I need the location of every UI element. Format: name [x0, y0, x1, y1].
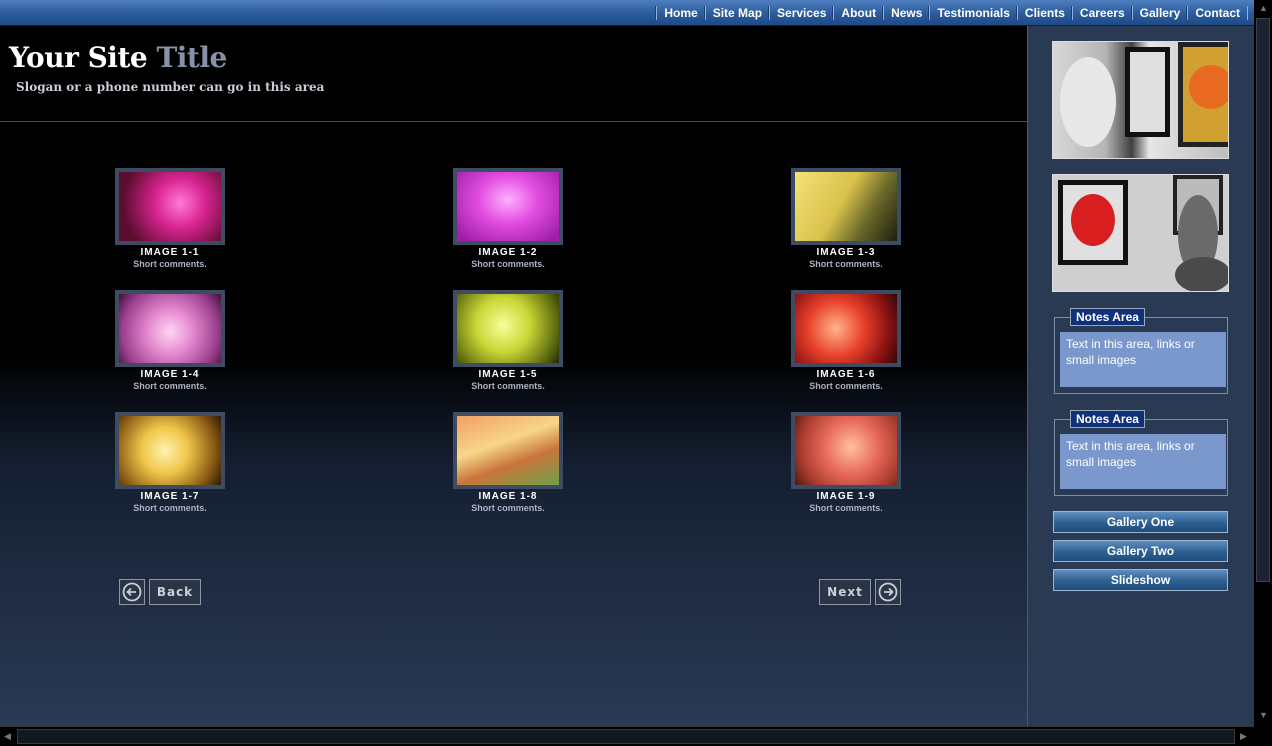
gallery-one-button[interactable]: Gallery One — [1053, 511, 1228, 533]
nav-services[interactable]: Services — [769, 5, 833, 20]
main-content: Your Site Title Slogan or a phone number… — [0, 26, 1027, 726]
gallery-thumbnail[interactable]: IMAGE 1-7 Short comments. — [95, 412, 245, 513]
thumbnail-comment: Short comments. — [133, 259, 207, 269]
thumbnail-title: IMAGE 1-1 — [140, 247, 200, 258]
thumbnail-frame[interactable] — [453, 412, 563, 489]
thumbnail-frame[interactable] — [115, 168, 225, 245]
next-arrow-icon[interactable] — [875, 579, 901, 605]
site-header: Your Site Title Slogan or a phone number… — [0, 26, 1027, 122]
notes-title: Notes Area — [1070, 308, 1145, 326]
sidebar-photo — [1052, 174, 1229, 292]
thumbnail-image[interactable] — [795, 172, 897, 241]
scroll-right-icon[interactable]: ▶ — [1240, 731, 1247, 742]
back-button[interactable]: Back — [149, 579, 201, 605]
thumbnail-comment: Short comments. — [133, 503, 207, 513]
gallery-two-button[interactable]: Gallery Two — [1053, 540, 1228, 562]
thumbnail-title: IMAGE 1-8 — [478, 491, 538, 502]
gallery-thumbnail[interactable]: IMAGE 1-5 Short comments. — [433, 290, 583, 391]
nav-clients[interactable]: Clients — [1016, 5, 1072, 20]
thumbnail-image[interactable] — [119, 294, 221, 363]
gallery-thumbnail[interactable]: IMAGE 1-3 Short comments. — [771, 168, 921, 269]
nav-contact[interactable]: Contact — [1187, 5, 1248, 20]
back-arrow-icon[interactable] — [119, 579, 145, 605]
scroll-up-icon[interactable]: ▲ — [1259, 3, 1268, 13]
thumbnail-frame[interactable] — [453, 168, 563, 245]
thumbnail-frame[interactable] — [791, 412, 901, 489]
next-button[interactable]: Next — [819, 579, 871, 605]
thumbnail-image[interactable] — [795, 416, 897, 485]
thumbnail-image[interactable] — [457, 294, 559, 363]
thumbnail-frame[interactable] — [115, 412, 225, 489]
notes-body: Text in this area, links or small images — [1060, 434, 1226, 489]
thumbnail-frame[interactable] — [453, 290, 563, 367]
gallery-thumbnail[interactable]: IMAGE 1-4 Short comments. — [95, 290, 245, 391]
thumbnail-title: IMAGE 1-6 — [816, 369, 876, 380]
sidebar-photo — [1052, 41, 1229, 159]
thumbnail-frame[interactable] — [791, 290, 901, 367]
nav-news[interactable]: News — [883, 5, 929, 20]
site-title: Your Site Title — [9, 41, 227, 74]
thumbnail-comment: Short comments. — [471, 503, 545, 513]
gallery-thumbnail[interactable]: IMAGE 1-1 Short comments. — [95, 168, 245, 269]
gallery-thumbnail[interactable]: IMAGE 1-2 Short comments. — [433, 168, 583, 269]
thumbnail-image[interactable] — [795, 294, 897, 363]
nav-home[interactable]: Home — [656, 5, 704, 20]
thumbnail-comment: Short comments. — [809, 259, 883, 269]
notes-area: Notes Area Text in this area, links or s… — [1054, 410, 1228, 496]
thumbnail-comment: Short comments. — [471, 259, 545, 269]
thumbnail-image[interactable] — [119, 416, 221, 485]
site-title-part2: Title — [156, 41, 227, 74]
vertical-scrollbar[interactable]: ▲ ▼ — [1254, 0, 1272, 726]
thumbnail-frame[interactable] — [115, 290, 225, 367]
thumbnail-image[interactable] — [119, 172, 221, 241]
nav-careers[interactable]: Careers — [1071, 5, 1132, 20]
thumbnail-title: IMAGE 1-2 — [478, 247, 538, 258]
thumbnail-title: IMAGE 1-5 — [478, 369, 538, 380]
scrollbar-corner — [1254, 726, 1272, 745]
notes-body: Text in this area, links or small images — [1060, 332, 1226, 387]
gallery-thumbnail[interactable]: IMAGE 1-9 Short comments. — [771, 412, 921, 513]
thumbnail-title: IMAGE 1-4 — [140, 369, 200, 380]
nav-gallery[interactable]: Gallery — [1131, 5, 1188, 20]
thumbnail-image[interactable] — [457, 172, 559, 241]
site-slogan: Slogan or a phone number can go in this … — [16, 80, 325, 94]
slideshow-button[interactable]: Slideshow — [1053, 569, 1228, 591]
vertical-scroll-thumb[interactable] — [1256, 18, 1270, 582]
horizontal-scroll-thumb[interactable] — [17, 729, 1235, 744]
thumbnail-frame[interactable] — [791, 168, 901, 245]
notes-title: Notes Area — [1070, 410, 1145, 428]
thumbnail-comment: Short comments. — [133, 381, 207, 391]
thumbnail-image[interactable] — [457, 416, 559, 485]
horizontal-scrollbar[interactable]: ◀ ▶ — [0, 726, 1254, 746]
thumbnail-comment: Short comments. — [809, 381, 883, 391]
thumbnail-title: IMAGE 1-3 — [816, 247, 876, 258]
nav-site-map[interactable]: Site Map — [704, 5, 769, 20]
scroll-left-icon[interactable]: ◀ — [4, 731, 11, 742]
top-navigation-bar: Home Site Map Services About News Testim… — [0, 0, 1254, 26]
gallery-thumbnail[interactable]: IMAGE 1-8 Short comments. — [433, 412, 583, 513]
nav-about[interactable]: About — [833, 5, 883, 20]
notes-area: Notes Area Text in this area, links or s… — [1054, 308, 1228, 394]
site-title-part1: Your Site — [9, 41, 148, 74]
thumbnail-title: IMAGE 1-7 — [140, 491, 200, 502]
nav-testimonials[interactable]: Testimonials — [929, 5, 1016, 20]
gallery-thumbnail[interactable]: IMAGE 1-6 Short comments. — [771, 290, 921, 391]
main-nav: Home Site Map Services About News Testim… — [656, 0, 1248, 25]
scroll-down-icon[interactable]: ▼ — [1259, 710, 1268, 720]
thumbnail-comment: Short comments. — [809, 503, 883, 513]
sidebar: Notes Area Text in this area, links or s… — [1027, 26, 1255, 726]
thumbnail-comment: Short comments. — [471, 381, 545, 391]
thumbnail-title: IMAGE 1-9 — [816, 491, 876, 502]
